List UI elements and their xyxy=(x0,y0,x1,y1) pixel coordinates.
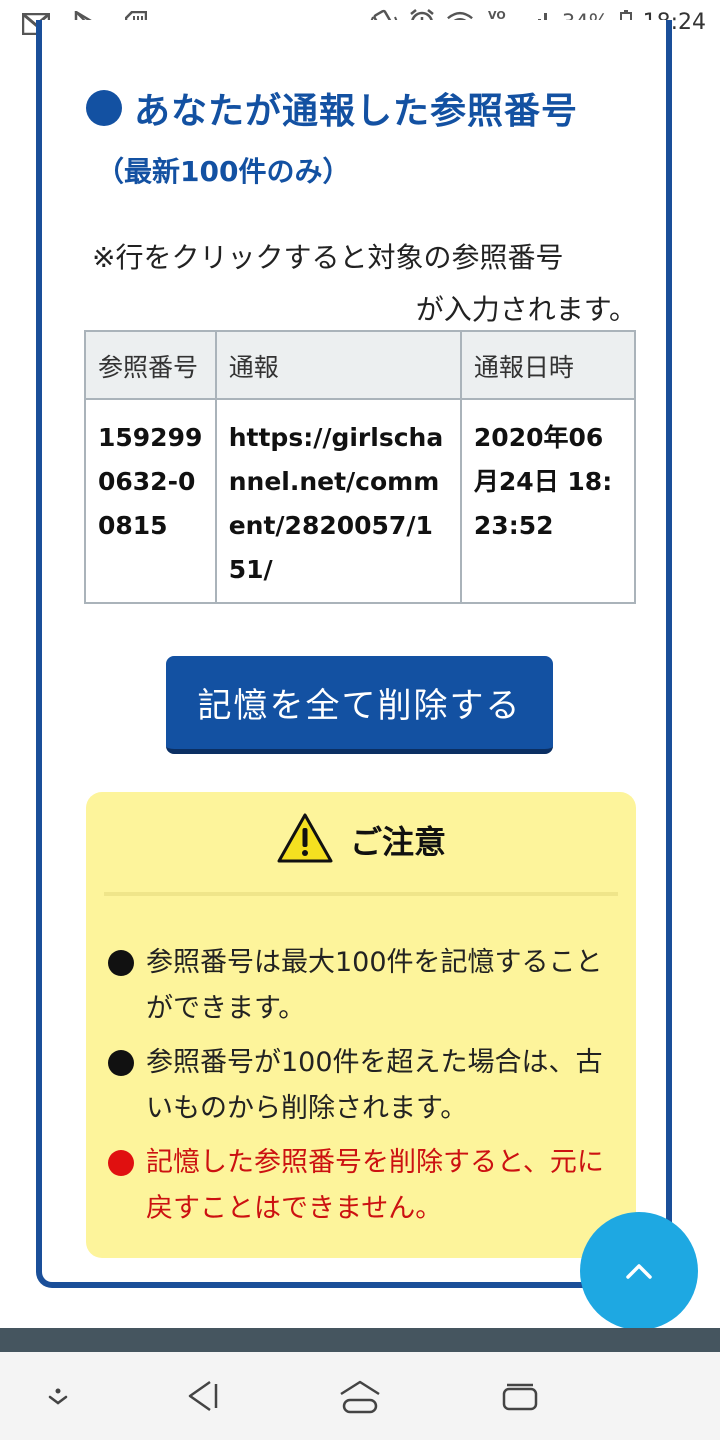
android-nav-bar xyxy=(0,1352,720,1440)
caution-title: ご注意 xyxy=(349,823,446,861)
caution-list: 参照番号は最大100件を記憶することができます。 参照番号が100件を超えた場合… xyxy=(106,940,626,1240)
red-bullet-icon xyxy=(108,1150,134,1176)
table-row[interactable]: 1592990632-00815 https://girlschannel.ne… xyxy=(84,398,637,604)
page-footer xyxy=(0,1328,720,1352)
caution-header: ご注意 xyxy=(86,812,636,868)
caution-item: 参照番号は最大100件を記憶することができます。 xyxy=(106,940,626,1032)
reference-table: 参照番号 通報 通報日時 1592990632-00815 https://gi… xyxy=(84,330,637,604)
bullet-icon xyxy=(108,1050,134,1076)
delete-all-button[interactable]: 記憶を全て削除する xyxy=(166,656,553,754)
click-hint-line2: が入力されます。 xyxy=(415,293,637,326)
nav-home-button[interactable] xyxy=(338,1374,382,1418)
heading-bullet-icon xyxy=(86,90,122,126)
caution-item: 参照番号が100件を超えた場合は、古いものから削除されます。 xyxy=(106,1040,626,1132)
caution-box: ご注意 参照番号は最大100件を記憶することができます。 参照番号が100件を超… xyxy=(86,792,636,1258)
click-hint: ※行をクリックすると対象の参照番号 が入力されます。 xyxy=(92,232,637,336)
scroll-to-top-button[interactable] xyxy=(580,1212,698,1330)
cell-report-url[interactable]: https://girlschannel.net/comment/2820057… xyxy=(214,398,462,604)
page-title: あなたが通報した参照番号 xyxy=(134,91,579,132)
caution-item-text: 記憶した参照番号を削除すると、元に戻すことはできません。 xyxy=(146,1147,604,1224)
chevron-down-dot-icon xyxy=(48,1388,68,1405)
section-heading: あなたが通報した参照番号 xyxy=(86,82,578,134)
section-subtitle: （最新100件のみ） xyxy=(96,155,351,188)
caution-item-text: 参照番号は最大100件を記憶することができます。 xyxy=(146,947,603,1024)
column-header-report: 通報 xyxy=(214,330,462,400)
home-icon xyxy=(340,1380,380,1414)
nav-back-button[interactable] xyxy=(180,1374,224,1418)
click-hint-line1: ※行をクリックすると対象の参照番号 xyxy=(92,241,564,274)
caution-item-warning: 記憶した参照番号を削除すると、元に戻すことはできません。 xyxy=(106,1140,626,1232)
nav-hide-button[interactable] xyxy=(36,1374,80,1418)
column-header-datetime: 通報日時 xyxy=(459,330,637,400)
caution-divider xyxy=(104,892,618,896)
nav-recents-button[interactable] xyxy=(498,1374,542,1418)
chevron-up-icon xyxy=(626,1264,652,1279)
warning-icon xyxy=(276,812,334,868)
bullet-icon xyxy=(108,950,134,976)
table-header-row: 参照番号 通報 通報日時 xyxy=(84,330,637,400)
cell-ref-number[interactable]: 1592990632-00815 xyxy=(84,398,217,604)
column-header-ref: 参照番号 xyxy=(84,330,217,400)
caution-item-text: 参照番号が100件を超えた場合は、古いものから削除されます。 xyxy=(146,1047,603,1124)
cell-report-datetime[interactable]: 2020年06月24日 18:23:52 xyxy=(459,398,637,604)
recents-icon xyxy=(502,1383,538,1411)
back-icon xyxy=(188,1380,218,1412)
